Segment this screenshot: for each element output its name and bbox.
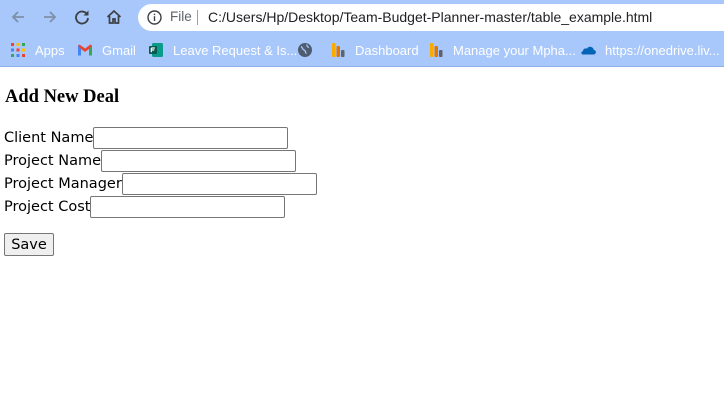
project-name-input[interactable] <box>101 150 296 172</box>
info-icon[interactable] <box>147 10 162 25</box>
bookmark-manage-mpha[interactable]: Manage your Mpha... <box>428 41 576 59</box>
project-cost-row: Project Cost <box>4 196 286 218</box>
project-name-row: Project Name <box>4 150 296 172</box>
bookmark-apps[interactable]: Apps <box>10 41 65 59</box>
client-name-label: Client Name <box>4 130 94 146</box>
home-icon[interactable] <box>102 5 126 29</box>
forms-icon <box>148 42 164 58</box>
project-manager-input[interactable] <box>121 173 317 195</box>
save-button[interactable]: Save <box>4 233 54 256</box>
address-separator <box>197 10 198 25</box>
bookmark-gmail[interactable]: Gmail <box>77 41 136 59</box>
bookmark-leave-request[interactable]: Leave Request & Is... <box>148 41 297 59</box>
project-manager-label: Project Manager <box>4 176 122 192</box>
page-content: Add New Deal Client Name Project Name Pr… <box>0 67 724 416</box>
bookmark-label: Manage your Mpha... <box>453 42 576 58</box>
browser-toolbar: File C:/Users/Hp/Desktop/Team-Budget-Pla… <box>0 0 724 34</box>
project-manager-row: Project Manager <box>4 173 317 195</box>
bookmark-dashboard[interactable]: Dashboard <box>330 41 419 59</box>
bookmark-label: https://onedrive.liv... <box>605 42 720 58</box>
address-bar[interactable]: File C:/Users/Hp/Desktop/Team-Budget-Pla… <box>138 4 724 31</box>
bookmark-label: Gmail <box>102 42 136 58</box>
bookmark-globe[interactable] <box>297 41 313 59</box>
client-name-input[interactable] <box>93 127 289 149</box>
apps-grid-icon <box>10 42 26 58</box>
dashboard-bars-icon <box>330 42 346 58</box>
reload-icon[interactable] <box>70 5 94 29</box>
client-name-row: Client Name <box>4 127 289 149</box>
gmail-icon <box>77 42 93 58</box>
bookmark-label: Dashboard <box>355 42 419 58</box>
bookmark-label: Apps <box>35 42 65 58</box>
project-cost-input[interactable] <box>90 196 286 218</box>
page-title: Add New Deal <box>5 87 120 107</box>
onedrive-cloud-icon <box>580 42 596 58</box>
bookmark-onedrive[interactable]: https://onedrive.liv... <box>580 41 720 59</box>
project-cost-label: Project Cost <box>4 199 91 215</box>
dashboard-bars-icon <box>428 42 444 58</box>
bookmark-label: Leave Request & Is... <box>173 42 298 58</box>
project-name-label: Project Name <box>4 153 101 169</box>
globe-icon <box>297 42 313 58</box>
back-arrow-icon[interactable] <box>6 5 30 29</box>
bookmarks-bar: Apps Gmail Leave Request & Is... Dashboa… <box>0 34 724 67</box>
forward-arrow-icon[interactable] <box>38 5 62 29</box>
scheme-label: File <box>170 9 192 24</box>
url-text[interactable]: C:/Users/Hp/Desktop/Team-Budget-Planner-… <box>208 9 652 25</box>
